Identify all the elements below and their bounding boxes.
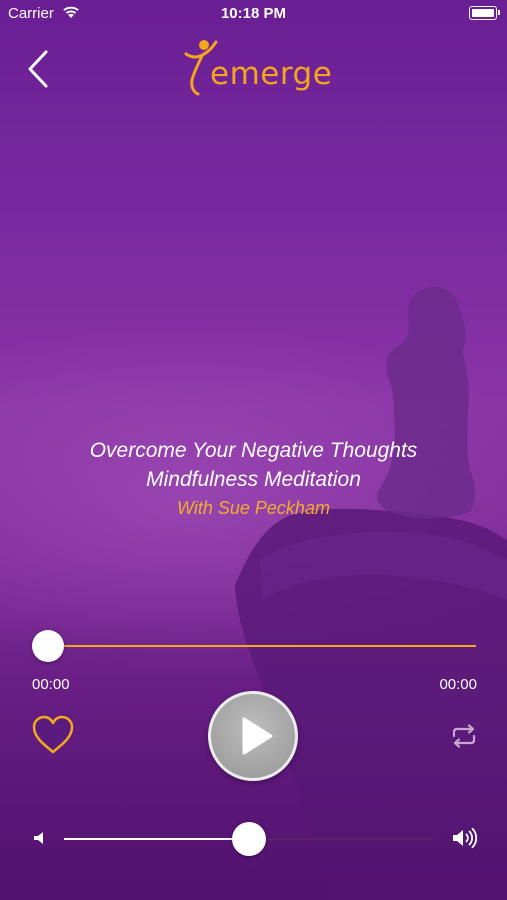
- progress-track: [48, 645, 476, 647]
- track-subtitle: Mindfulness Meditation: [146, 468, 361, 491]
- volume-low-icon: [34, 832, 43, 844]
- battery-icon: [469, 6, 500, 20]
- track-title: Overcome Your Negative Thoughts: [89, 439, 418, 462]
- heart-icon: [32, 715, 74, 754]
- elapsed-time: 00:00: [32, 676, 70, 693]
- progress-slider[interactable]: [32, 628, 476, 664]
- status-time: 10:18 PM: [220, 5, 287, 22]
- progress-thumb[interactable]: [32, 630, 64, 662]
- status-bar: Carrier 10:18 PM: [0, 0, 507, 28]
- volume-filled-track: [64, 838, 249, 840]
- track-author: With Sue Peckham: [177, 498, 330, 518]
- favorite-button[interactable]: [31, 714, 75, 756]
- total-time: 00:00: [439, 676, 477, 693]
- volume-remaining-track: [249, 838, 434, 840]
- repeat-button[interactable]: [450, 723, 478, 749]
- play-button[interactable]: [208, 691, 298, 781]
- play-icon: [242, 717, 273, 755]
- emerge-logo: emerge: [182, 38, 332, 98]
- track-info: Overcome Your Negative Thoughts Mindfuln…: [0, 436, 507, 522]
- chevron-left-icon: [28, 50, 48, 88]
- volume-slider[interactable]: [64, 822, 434, 856]
- repeat-icon: [452, 724, 476, 748]
- volume-high-icon: [453, 827, 478, 849]
- volume-thumb[interactable]: [232, 822, 266, 856]
- back-button[interactable]: [22, 48, 54, 90]
- logo-text: emerge: [210, 56, 333, 92]
